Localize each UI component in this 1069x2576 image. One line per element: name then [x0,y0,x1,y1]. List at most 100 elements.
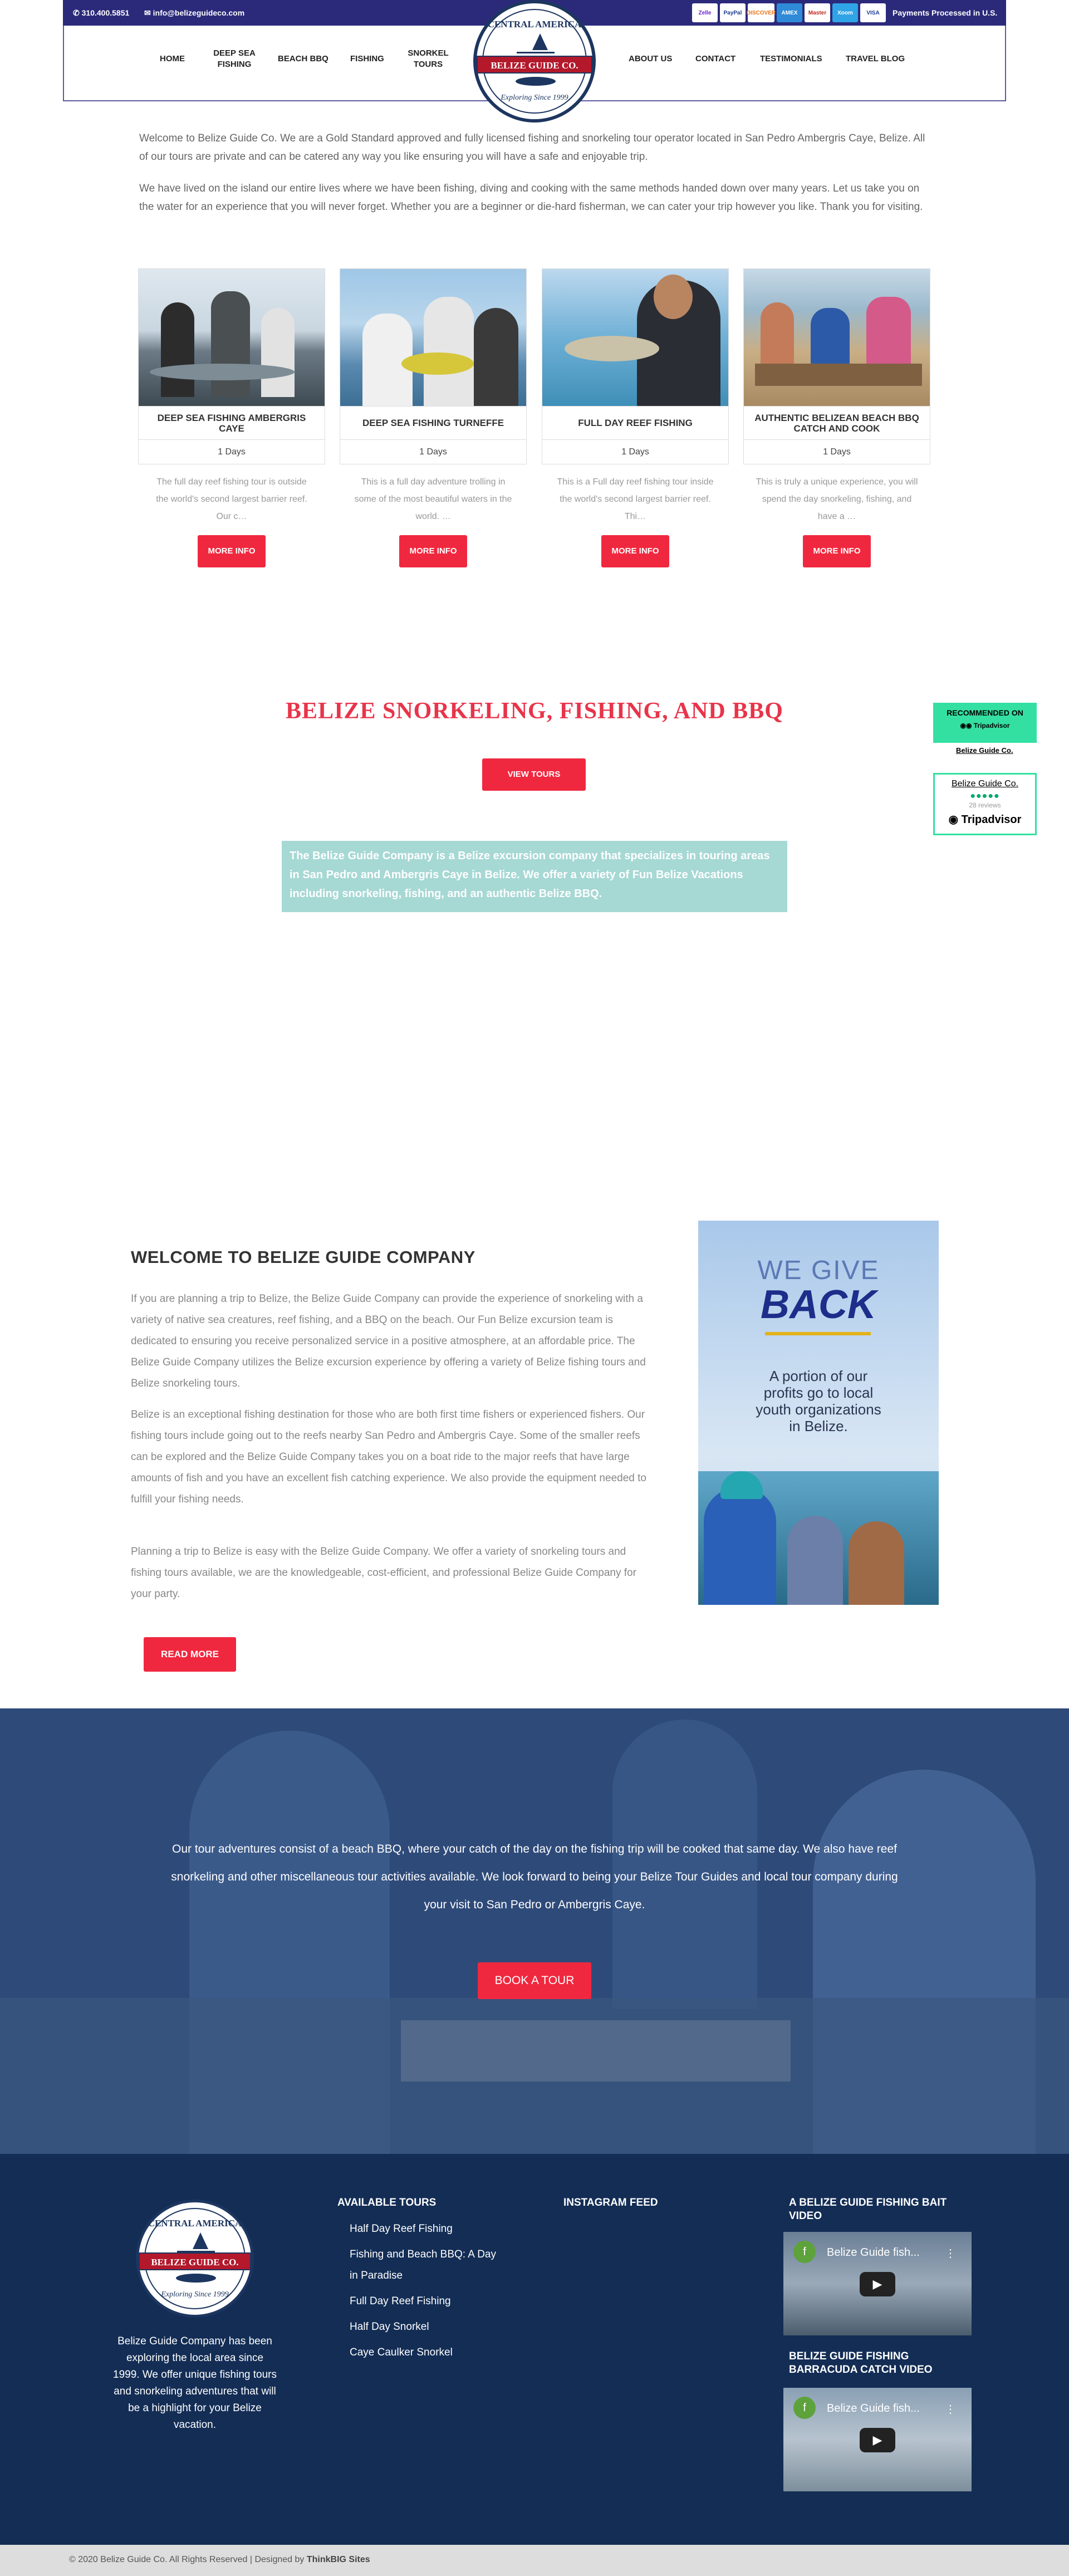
more-info-button[interactable]: MORE INFO [803,535,871,567]
recommended-text: RECOMMENDED ON [947,708,1023,717]
video-1-heading: A BELIZE GUIDE FISHING BAIT VIDEO [789,2197,947,2222]
nav-snorkel-tours[interactable]: SNORKEL TOURS [406,48,450,70]
nav-testimonials[interactable]: TESTIMONIALS [760,53,822,65]
footer-logo-boat-icon [177,2232,215,2252]
footer-tour-link[interactable]: Caye Caulker Snorkel [350,2342,506,2363]
tour-card: FULL DAY REEF FISHING 1 Days This is a F… [542,268,729,567]
tour-description: This is a Full day reef fishing tour ins… [557,477,714,521]
phone-link[interactable]: ✆ 310.400.5851 [73,8,129,18]
play-icon[interactable]: ▶ [860,2272,895,2296]
footer-logo-top-text: CENTRAL AMERICA [148,2218,242,2229]
tour-image[interactable] [743,268,930,407]
footer-tour-link[interactable]: Half Day Reef Fishing [350,2219,506,2240]
hero-banner [0,1708,1069,2154]
footer-tour-link[interactable]: Full Day Reef Fishing [350,2291,506,2312]
footer-logo-fish-icon [176,2274,216,2283]
tour-days: 1 Days [138,440,325,464]
channel-avatar-icon: f [793,2397,816,2419]
intro-paragraph-1: Welcome to Belize Guide Co. We are a Gol… [139,133,925,163]
discover-icon: DISCOVER [747,3,776,22]
tripadvisor-recommended-badge[interactable]: RECOMMENDED ON ◉◉ Tripadvisor [933,703,1037,743]
business-name[interactable]: Belize Guide Co. [935,779,1035,789]
video-1-player[interactable]: f Belize Guide fish... ⋮ ▶ [783,2232,972,2335]
logo-bottom-text: Exploring Since 1999 [501,94,568,102]
company-summary: The Belize Guide Company is a Belize exc… [282,841,787,912]
paypal-icon: PayPal [720,3,746,22]
tour-title[interactable]: AUTHENTIC BELIZEAN BEACH BBQ CATCH AND C… [743,407,930,440]
nav-beach-bbq[interactable]: BEACH BBQ [278,53,328,65]
tour-image[interactable] [542,268,729,407]
tripadvisor-review-widget[interactable]: Belize Guide Co. ●●●●● 28 reviews ◉ Trip… [933,773,1037,835]
tripadvisor-brand: Tripadvisor [973,722,1010,729]
tour-description: This is a full day adventure trolling in… [354,477,512,521]
view-tours-button[interactable]: VIEW TOURS [482,758,586,791]
nav-home[interactable]: HOME [160,53,185,65]
more-options-icon[interactable]: ⋮ [945,2246,956,2260]
we-give-back-banner: WE GIVE BACK A portion of our profits go… [698,1221,939,1605]
read-more-button[interactable]: READ MORE [144,1637,236,1672]
video-2-title: Belize Guide fish... [827,2402,920,2415]
tour-description: The full day reef fishing tour is outsid… [156,477,307,521]
tour-title[interactable]: FULL DAY REEF FISHING [542,407,729,440]
channel-avatar-icon: f [793,2241,816,2263]
tour-card: AUTHENTIC BELIZEAN BEACH BBQ CATCH AND C… [743,268,930,567]
zelle-icon: Zelle [692,3,718,22]
visa-icon: VISA [860,3,886,22]
welcome-heading: WELCOME TO BELIZE GUIDE COMPANY [131,1247,475,1267]
site-logo[interactable]: CENTRAL AMERICA BELIZE GUIDE CO. Explori… [473,0,596,123]
nav-fishing[interactable]: FISHING [350,53,384,65]
book-a-tour-button[interactable]: BOOK A TOUR [478,1962,591,1999]
welcome-paragraph-1: If you are planning a trip to Belize, th… [131,1293,646,1389]
copyright-bar: © 2020 Belize Guide Co. All Rights Reser… [0,2545,1069,2576]
phone-number: 310.400.5851 [81,8,130,17]
footer-logo[interactable]: CENTRAL AMERICA BELIZE GUIDE CO. Explori… [136,2200,254,2318]
nav-travel-blog[interactable]: TRAVEL BLOG [846,53,905,65]
tour-title[interactable]: DEEP SEA FISHING TURNEFFE [340,407,527,440]
mastercard-icon: Master [805,3,830,22]
amex-icon: AMEX [777,3,802,22]
welcome-paragraph-3: Planning a trip to Belize is easy with t… [131,1546,636,1600]
video-2-player[interactable]: f Belize Guide fish... ⋮ ▶ [783,2388,972,2491]
tour-days: 1 Days [340,440,527,464]
nav-about-us[interactable]: ABOUT US [629,53,672,65]
tour-card: DEEP SEA FISHING TURNEFFE 1 Days This is… [340,268,527,567]
more-info-button[interactable]: MORE INFO [198,535,266,567]
logo-boat-icon [517,33,555,53]
tripadvisor-logo-icon: ◉◉ Tripadvisor [960,722,1010,729]
nav-deep-sea-fishing[interactable]: DEEP SEA FISHING [209,48,260,70]
logo-top-text: CENTRAL AMERICA [487,19,582,30]
logo-name: BELIZE GUIDE CO. [477,56,592,74]
email-link[interactable]: ✉ info@belizeguideco.com [144,8,244,18]
payments-processed-text: Payments Processed in U.S. [893,8,998,17]
nav-contact[interactable]: CONTACT [695,53,735,65]
welcome-paragraph-2: Belize is an exceptional fishing destina… [131,1409,646,1505]
video-2-heading: BELIZE GUIDE FISHING BARRACUDA CATCH VID… [789,2350,933,2376]
footer-tour-link[interactable]: Fishing and Beach BBQ: A Day in Paradise [350,2244,506,2286]
more-options-icon[interactable]: ⋮ [945,2402,956,2416]
instagram-feed-heading: INSTAGRAM FEED [563,2197,658,2208]
video-1-title: Belize Guide fish... [827,2246,920,2259]
review-count: 28 reviews [969,801,1001,809]
section-heading: BELIZE SNORKELING, FISHING, AND BBQ [286,698,783,724]
give-back-line-2: BACK [761,1282,876,1327]
intro-paragraph-2: We have lived on the island our entire l… [139,183,923,213]
tour-days: 1 Days [542,440,729,464]
tripadvisor-wordmark: ◉ Tripadvisor [948,814,1022,826]
tour-title[interactable]: DEEP SEA FISHING AMBERGRIS CAYE [138,407,325,440]
tour-description: This is truly a unique experience, you w… [756,477,918,521]
tour-image[interactable] [138,268,325,407]
hero-text: Our tour adventures consist of a beach B… [171,1843,898,1911]
more-info-button[interactable]: MORE INFO [601,535,669,567]
designer-link[interactable]: ThinkBIG Sites [307,2555,370,2564]
tripadvisor-wordmark-text: Tripadvisor [961,814,1022,826]
play-icon[interactable]: ▶ [860,2428,895,2452]
available-tours-heading: AVAILABLE TOURS [337,2197,437,2208]
footer-tour-link[interactable]: Half Day Snorkel [350,2317,506,2338]
tour-image[interactable] [340,268,527,407]
footer-logo-name: BELIZE GUIDE CO. [139,2252,251,2270]
more-info-button[interactable]: MORE INFO [399,535,467,567]
copyright-text: © 2020 Belize Guide Co. All Rights Reser… [69,2555,307,2564]
tripadvisor-link[interactable]: Belize Guide Co. [956,746,1013,755]
tour-days: 1 Days [743,440,930,464]
rating-bubbles-icon: ●●●●● [970,791,1000,801]
